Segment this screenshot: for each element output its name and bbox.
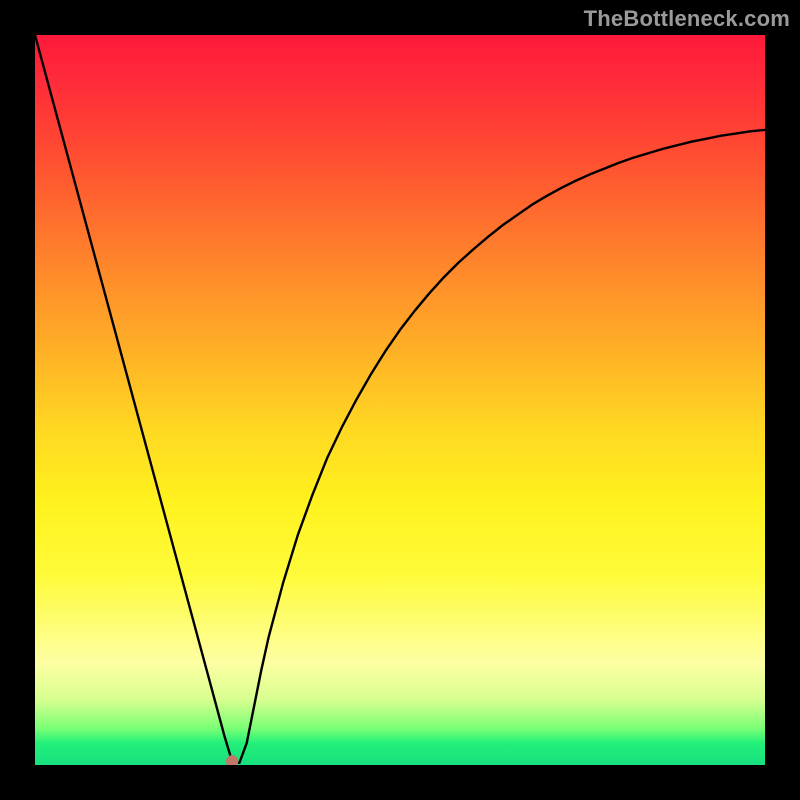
watermark-text: TheBottleneck.com	[584, 6, 790, 32]
plot-area	[35, 35, 765, 765]
curve-svg	[35, 35, 765, 765]
chart-stage: TheBottleneck.com	[0, 0, 800, 800]
bottleneck-curve	[35, 35, 765, 763]
minimum-marker	[226, 755, 238, 765]
